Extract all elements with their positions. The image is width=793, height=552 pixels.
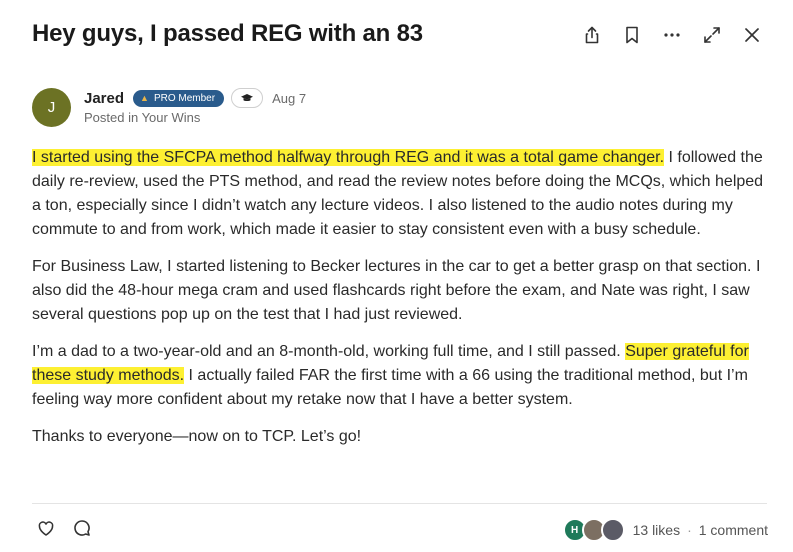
comment-icon[interactable]	[72, 518, 92, 538]
bookmark-icon	[626, 26, 638, 44]
author-name[interactable]: Jared	[84, 90, 124, 107]
footer-divider	[32, 503, 767, 504]
paragraph-4: Thanks to everyone—now on to TCP. Let’s …	[32, 428, 362, 445]
heart-icon[interactable]	[36, 518, 56, 538]
author-row: Jared ▲ PRO Member Aug 7	[84, 88, 306, 108]
post-actions	[36, 518, 92, 538]
bookmark-button[interactable]	[621, 24, 643, 46]
pro-member-badge: ▲ PRO Member	[133, 89, 225, 107]
share-button[interactable]	[581, 24, 603, 46]
avatar	[600, 518, 625, 542]
close-button[interactable]	[741, 24, 763, 46]
expand-icon	[704, 27, 720, 43]
post-stats: H 13 likes · 1 comment	[562, 518, 768, 542]
share-icon	[585, 26, 599, 44]
highlighted-text: I started using the SFCPA method halfway…	[32, 149, 665, 166]
more-icon	[664, 33, 680, 37]
paragraph-text: I’m a dad to a two-year-old and an 8-mon…	[32, 343, 626, 360]
avatar[interactable]: J	[32, 88, 71, 127]
separator-dot: ·	[687, 522, 692, 538]
posted-in[interactable]: Posted in Your Wins	[84, 110, 306, 125]
paragraph-1: I started using the SFCPA method halfway…	[32, 146, 772, 242]
author-meta: Jared ▲ PRO Member Aug 7 Posted in Your …	[84, 88, 306, 127]
badge-label: PRO Member	[153, 92, 216, 104]
graduation-cap-badge	[231, 88, 264, 108]
paragraph-3: I’m a dad to a two-year-old and an 8-mon…	[32, 340, 772, 412]
author-block: J Jared ▲ PRO Member Aug 7 Posted in You…	[32, 88, 306, 127]
comments-count[interactable]: 1 comment	[699, 522, 768, 538]
post-title: Hey guys, I passed REG with an 83	[32, 20, 423, 47]
close-icon	[745, 28, 759, 42]
graduation-cap-icon	[241, 94, 254, 102]
paragraph-2: For Business Law, I started listening to…	[32, 258, 761, 323]
post-date: Aug 7	[272, 90, 307, 106]
likes-count[interactable]: 13 likes	[633, 522, 680, 538]
expand-button[interactable]	[701, 24, 723, 46]
post-body: I started using the SFCPA method halfway…	[32, 146, 772, 462]
trophy-icon: ▲	[140, 93, 149, 103]
more-button[interactable]	[661, 24, 683, 46]
post-toolbar	[581, 24, 763, 46]
liker-avatars[interactable]: H	[562, 518, 625, 542]
